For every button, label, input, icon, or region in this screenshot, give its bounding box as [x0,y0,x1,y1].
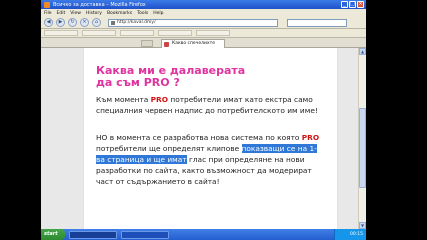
paragraph-text: НО в момента се разработва нова система … [96,133,302,142]
back-arrow-icon[interactable]: ◀ [44,18,53,27]
scroll-thumb[interactable] [359,108,366,188]
article-content: Каква ми е далаверата да съм PRO ? Към м… [83,48,338,230]
firefox-icon [44,1,50,8]
menu-tools[interactable]: Tools [137,11,148,16]
tab-bar: Какво спечелихте [41,38,366,48]
pro-highlight: PRO [150,95,169,104]
taskbar-item[interactable] [121,230,169,239]
article-paragraph-1: Към момента PRO потребители имат като ек… [96,94,321,116]
home-icon[interactable]: ⌂ [92,18,101,27]
stop-icon[interactable]: × [80,18,89,27]
menu-file[interactable]: File [44,11,52,16]
article-paragraph-2: НО в момента се разработва нова система … [96,132,321,187]
pro-highlight: PRO [301,133,320,142]
menu-bookmarks[interactable]: Bookmarks [107,11,132,16]
bookmark-item[interactable] [196,30,230,36]
page-margin-right [338,48,358,230]
taskbar: start 00:15 [41,229,366,240]
menu-history[interactable]: History [86,11,102,16]
paragraph-text: Към момента [96,95,151,104]
bookmark-item[interactable] [82,30,116,36]
search-input[interactable] [287,18,347,27]
scroll-down-icon[interactable]: ▼ [359,222,366,229]
window-titlebar: Всичко за доставка – Mozilla Firefox _ □… [41,0,366,9]
window-title: Всичко за доставка – Mozilla Firefox [53,1,146,8]
menu-view[interactable]: View [70,11,81,16]
taskbar-item-firefox[interactable] [69,230,117,239]
menu-edit[interactable]: Edit [57,11,66,16]
bookmark-item[interactable] [120,30,154,36]
close-button[interactable]: × [357,1,364,8]
tab-favicon-icon [164,42,169,47]
address-bar-url: http://kaval.dmy/ [117,19,156,25]
page-margin-left [41,48,83,230]
taskbar-clock: 00:15 [334,229,366,240]
paragraph-text: потребители ще определят клипове [96,144,242,153]
menu-bar: File Edit View History Bookmarks Tools H… [41,9,366,17]
screen: Всичко за доставка – Mozilla Firefox _ □… [41,0,366,240]
reload-icon[interactable]: ↻ [68,18,77,27]
vertical-scrollbar[interactable]: ▲ ▼ [358,48,366,230]
window-controls: _ □ × [341,1,364,8]
menu-help[interactable]: Help [153,11,163,16]
tab-label: Какво спечелихте [172,41,215,46]
page-viewport: Каква ми е далаверата да съм PRO ? Към м… [41,48,366,230]
minimize-button[interactable]: _ [341,1,348,8]
new-tab-button[interactable] [141,40,153,47]
navigation-toolbar: ◀ ▶ ↻ × ⌂ http://kaval.dmy/ [41,17,366,29]
article-headline: Каква ми е далаверата да съм PRO ? [96,64,246,89]
site-favicon-icon [111,20,115,25]
bookmark-item[interactable] [158,30,192,36]
tab-active[interactable]: Какво спечелихте [161,39,225,48]
maximize-button[interactable]: □ [349,1,356,8]
forward-arrow-icon[interactable]: ▶ [56,18,65,27]
start-button[interactable]: start [41,229,65,240]
scroll-up-icon[interactable]: ▲ [359,48,366,55]
address-bar[interactable]: http://kaval.dmy/ [108,18,278,27]
bookmarks-toolbar [41,29,366,38]
bookmark-item[interactable] [44,30,78,36]
